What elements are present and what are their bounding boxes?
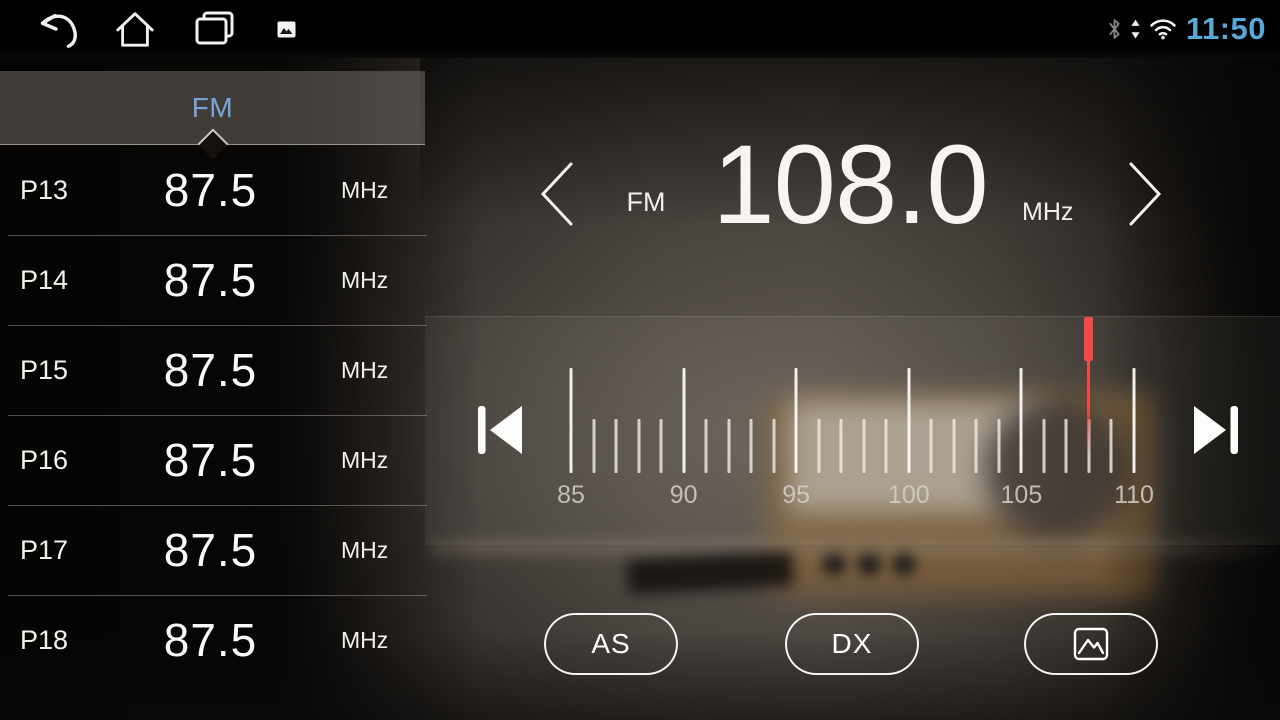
dial-tick bbox=[997, 419, 1000, 473]
dial-tick bbox=[682, 368, 685, 473]
tuning-needle bbox=[1084, 317, 1093, 457]
preset-frequency: 87.5 bbox=[92, 163, 329, 217]
preset-number: P13 bbox=[0, 175, 92, 206]
dial-tick bbox=[862, 419, 865, 473]
seek-previous-button[interactable] bbox=[478, 406, 522, 457]
preset-row[interactable]: P14 87.5 MHz bbox=[0, 235, 425, 325]
radio-app-screen: 11:50 FM P13 87.5 MHz P14 87.5 MHz P15 8… bbox=[0, 0, 1280, 720]
preset-unit: MHz bbox=[329, 447, 425, 474]
recent-apps-button[interactable] bbox=[192, 0, 238, 58]
dial-tick-label: 100 bbox=[888, 481, 930, 510]
preset-panel: FM P13 87.5 MHz P14 87.5 MHz P15 87.5 MH… bbox=[0, 58, 425, 720]
preset-number: P17 bbox=[0, 535, 92, 566]
network-arrows-icon bbox=[1131, 19, 1140, 40]
dx-mode-button[interactable]: DX bbox=[785, 613, 919, 675]
preset-frequency: 87.5 bbox=[92, 433, 329, 487]
dial-tick bbox=[772, 419, 775, 473]
skip-previous-icon bbox=[478, 406, 522, 454]
band-prev-button[interactable] bbox=[536, 160, 578, 228]
preset-unit: MHz bbox=[329, 627, 425, 654]
preset-number: P18 bbox=[0, 625, 92, 656]
dial-tick bbox=[1133, 368, 1136, 473]
dial-tick bbox=[637, 419, 640, 473]
preset-number: P14 bbox=[0, 265, 92, 296]
gallery-icon bbox=[1072, 626, 1110, 662]
preset-frequency: 87.5 bbox=[92, 343, 329, 397]
back-icon bbox=[33, 8, 79, 50]
dx-mode-label: DX bbox=[832, 628, 873, 660]
screenshot-thumbnail-icon bbox=[277, 21, 296, 38]
dial-tick bbox=[885, 419, 888, 473]
home-icon bbox=[114, 9, 156, 49]
tab-fm[interactable]: FM bbox=[0, 71, 425, 145]
auto-store-label: AS bbox=[591, 628, 630, 660]
dial-tick bbox=[795, 368, 798, 473]
tuning-dial[interactable] bbox=[571, 368, 1134, 473]
dial-tick bbox=[592, 419, 595, 473]
needle-head bbox=[1084, 317, 1093, 361]
preset-row[interactable]: P17 87.5 MHz bbox=[0, 505, 425, 595]
preset-row[interactable]: P15 87.5 MHz bbox=[0, 325, 425, 415]
dial-tick bbox=[750, 419, 753, 473]
dial-tick bbox=[705, 419, 708, 473]
preset-frequency: 87.5 bbox=[92, 613, 329, 667]
dial-tick-label: 85 bbox=[557, 481, 585, 510]
band-label: FM bbox=[600, 187, 692, 218]
preset-list: P13 87.5 MHz P14 87.5 MHz P15 87.5 MHz P… bbox=[0, 145, 425, 685]
preset-unit: MHz bbox=[329, 357, 425, 384]
back-button[interactable] bbox=[30, 0, 82, 58]
chevron-right-icon bbox=[1124, 160, 1166, 228]
chevron-left-icon bbox=[536, 160, 578, 228]
dial-tick bbox=[660, 419, 663, 473]
wifi-icon bbox=[1149, 18, 1177, 40]
dial-tick bbox=[570, 368, 573, 473]
preset-row[interactable]: P13 87.5 MHz bbox=[0, 145, 425, 235]
dial-tick bbox=[1020, 368, 1023, 473]
dial-tick-label: 110 bbox=[1114, 481, 1154, 510]
current-frequency: 108.0 bbox=[698, 132, 1002, 236]
skip-next-icon bbox=[1194, 406, 1238, 454]
preset-number: P16 bbox=[0, 445, 92, 476]
frequency-unit: MHz bbox=[1022, 198, 1073, 227]
preset-frequency: 87.5 bbox=[92, 253, 329, 307]
recent-apps-icon bbox=[194, 10, 236, 48]
dial-labels: 859095100105110 bbox=[571, 481, 1134, 511]
home-button[interactable] bbox=[111, 0, 159, 58]
dial-tick bbox=[817, 419, 820, 473]
dial-tick bbox=[1042, 419, 1045, 473]
preset-frequency: 87.5 bbox=[92, 523, 329, 577]
wallpaper-button[interactable] bbox=[1024, 613, 1158, 675]
dial-tick bbox=[1110, 419, 1113, 473]
preset-number: P15 bbox=[0, 355, 92, 386]
band-next-button[interactable] bbox=[1124, 160, 1166, 228]
dial-tick bbox=[727, 419, 730, 473]
auto-store-button[interactable]: AS bbox=[544, 613, 678, 675]
clock: 11:50 bbox=[1186, 11, 1266, 47]
dial-tick-label: 95 bbox=[782, 481, 810, 510]
preset-unit: MHz bbox=[329, 267, 425, 294]
dial-tick bbox=[907, 368, 910, 473]
dial-tick bbox=[615, 419, 618, 473]
preset-row[interactable]: P18 87.5 MHz bbox=[0, 595, 425, 685]
seek-next-button[interactable] bbox=[1194, 406, 1238, 457]
screenshot-thumbnail-button[interactable] bbox=[272, 0, 300, 58]
dial-tick bbox=[975, 419, 978, 473]
dial-tick bbox=[952, 419, 955, 473]
dial-tick bbox=[1065, 419, 1068, 473]
dial-tick bbox=[930, 419, 933, 473]
dial-tick bbox=[840, 419, 843, 473]
dial-tick-label: 105 bbox=[1001, 481, 1043, 510]
bluetooth-icon bbox=[1107, 17, 1122, 41]
tab-fm-label: FM bbox=[192, 92, 233, 124]
status-bar: 11:50 bbox=[0, 0, 1280, 58]
preset-row[interactable]: P16 87.5 MHz bbox=[0, 415, 425, 505]
dial-tick-label: 90 bbox=[670, 481, 698, 510]
preset-unit: MHz bbox=[329, 177, 425, 204]
preset-unit: MHz bbox=[329, 537, 425, 564]
